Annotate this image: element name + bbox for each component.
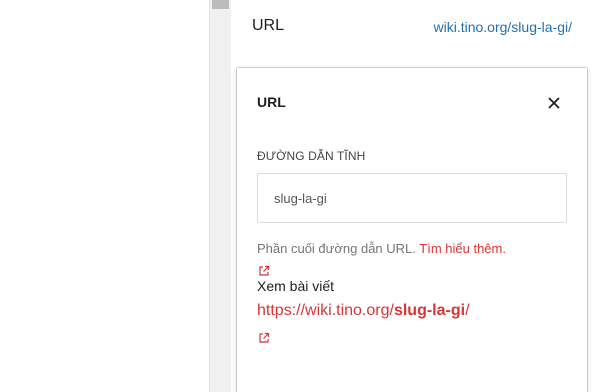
url-row-link[interactable]: wiki.tino.org/slug-la-gi/ xyxy=(434,19,573,35)
url-popover: URL ĐƯỜNG DẪN TĨNH Phần cuối đường dẫn U… xyxy=(236,67,588,392)
learn-more-link[interactable]: Tìm hiểu thêm. xyxy=(419,241,506,256)
editor-root: URL wiki.tino.org/slug-la-gi/ URL ĐƯỜNG … xyxy=(0,0,602,392)
popover-title: URL xyxy=(257,94,286,110)
permalink-prefix: https://wiki.tino.org/ xyxy=(257,302,394,319)
help-text: Phần cuối đường dẫn URL. Tìm hiểu thêm. xyxy=(257,240,577,258)
help-text-body: Phần cuối đường dẫn URL. xyxy=(257,241,416,256)
view-post-label: Xem bài viết xyxy=(257,278,335,294)
permalink-slug: slug-la-gi xyxy=(393,302,466,319)
close-icon[interactable] xyxy=(545,94,563,112)
url-row-label: URL xyxy=(252,17,285,34)
permalink-suffix: / xyxy=(465,302,470,319)
editor-canvas xyxy=(0,0,209,392)
scrollbar[interactable] xyxy=(209,0,231,392)
external-link-icon[interactable] xyxy=(258,329,270,347)
scrollbar-thumb[interactable] xyxy=(212,0,229,9)
permalink-link[interactable]: https://wiki.tino.org/slug-la-gi/ xyxy=(257,302,470,320)
slug-field-label: ĐƯỜNG DẪN TĨNH xyxy=(257,149,366,163)
slug-input[interactable] xyxy=(257,173,567,223)
